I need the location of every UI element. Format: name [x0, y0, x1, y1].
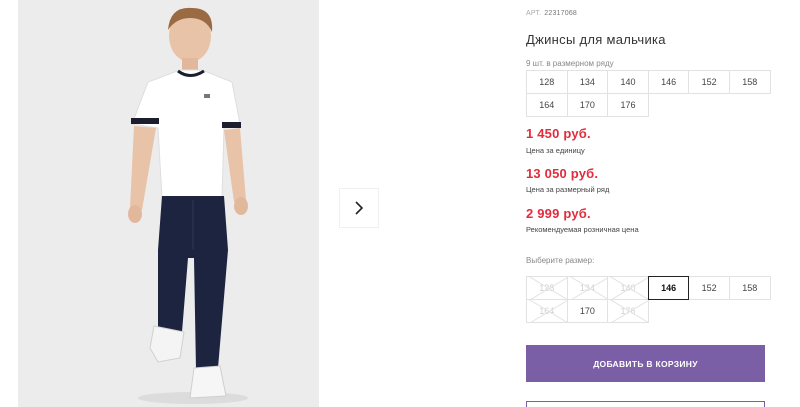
size-row-cell: 176 — [607, 93, 649, 117]
size-row-cell: 158 — [728, 70, 771, 94]
size-option[interactable]: 158 — [728, 276, 771, 300]
article-value: 22317068 — [544, 10, 578, 17]
size-option[interactable]: 146 — [647, 276, 690, 300]
size-option[interactable]: 170 — [566, 299, 609, 323]
size-grid-empty-cell — [647, 299, 690, 323]
size-option[interactable]: 152 — [688, 276, 730, 300]
article-label: АРТ. — [526, 10, 542, 17]
size-picker-label: Выберите размер: — [526, 256, 595, 265]
size-row-cell: 152 — [688, 70, 730, 94]
size-row-cell: 134 — [566, 70, 609, 94]
size-row-cell: 140 — [607, 70, 649, 94]
size-row-cell: 164 — [526, 93, 568, 117]
size-row-note: 9 шт. в размерном ряду — [526, 59, 614, 68]
size-option[interactable]: 128 — [526, 276, 568, 300]
size-row-cell: 170 — [566, 93, 609, 117]
gallery-next-button[interactable] — [340, 189, 378, 227]
add-to-cart-button[interactable]: ДОБАВИТЬ В КОРЗИНУ — [526, 345, 765, 382]
product-photo[interactable] — [18, 0, 319, 407]
row-price: 13 050 руб. — [526, 166, 599, 181]
product-title: Джинсы для мальчика — [526, 32, 666, 47]
size-row-table: 128 134 140 146 152 158 164 170 176 — [526, 70, 771, 117]
row-price-label: Цена за размерный ряд — [526, 185, 610, 194]
size-option[interactable]: 140 — [607, 276, 649, 300]
size-option[interactable]: 164 — [526, 299, 568, 323]
article-number: АРТ. 22317068 — [526, 10, 577, 17]
size-option[interactable]: 176 — [607, 299, 649, 323]
size-picker: 128 134 140 146 152 158 164 170 176 — [526, 276, 771, 323]
retail-price-label: Рекомендуемая розничная цена — [526, 225, 639, 234]
chevron-right-icon — [355, 201, 364, 215]
size-row-cell: 128 — [526, 70, 568, 94]
unit-price-label: Цена за единицу — [526, 146, 585, 155]
boy-model-illustration — [18, 0, 319, 407]
unit-price: 1 450 руб. — [526, 126, 591, 141]
secondary-button[interactable] — [526, 401, 765, 407]
retail-price: 2 999 руб. — [526, 206, 591, 221]
size-option[interactable]: 134 — [566, 276, 609, 300]
size-row-cell: 146 — [647, 70, 690, 94]
